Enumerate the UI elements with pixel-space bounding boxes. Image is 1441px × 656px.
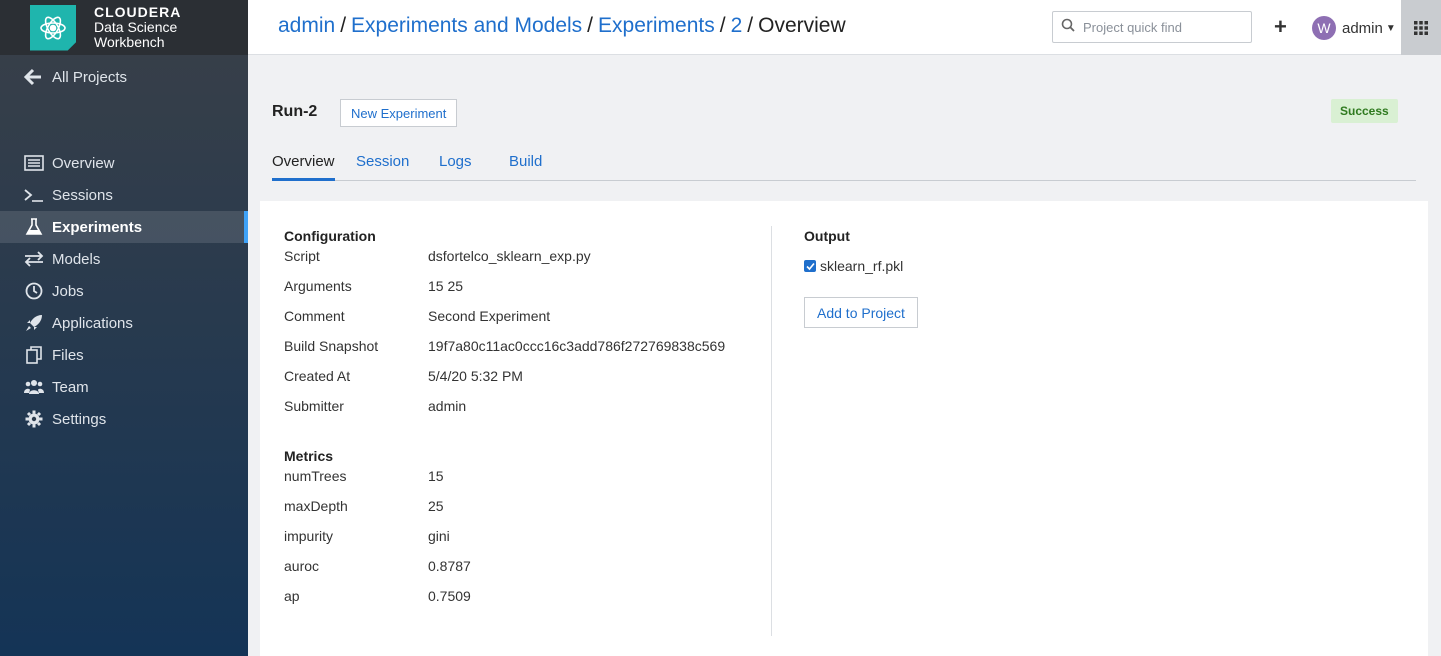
metrics-title: Metrics bbox=[284, 448, 334, 464]
list-icon bbox=[24, 153, 44, 173]
breadcrumb-current: Overview bbox=[758, 14, 846, 37]
tab-build[interactable]: Build bbox=[509, 153, 542, 181]
sidebar-item-team[interactable]: Team bbox=[0, 371, 248, 403]
tab-logs[interactable]: Logs bbox=[439, 153, 472, 181]
new-experiment-button[interactable]: New Experiment bbox=[340, 99, 458, 127]
config-key: Arguments bbox=[284, 278, 352, 294]
config-value: 5/4/20 5:32 PM bbox=[428, 368, 523, 384]
project-search[interactable] bbox=[1052, 11, 1252, 43]
sidebar-item-label: Models bbox=[52, 250, 101, 268]
metric-value: gini bbox=[428, 528, 450, 544]
breadcrumb-experiments-and-models[interactable]: Experiments and Models bbox=[351, 14, 582, 37]
brand-name: CLOUDERA bbox=[94, 4, 182, 20]
sidebar-item-label: Jobs bbox=[52, 282, 84, 300]
config-key: Submitter bbox=[284, 398, 344, 414]
metric-key: impurity bbox=[284, 528, 334, 544]
search-input[interactable] bbox=[1083, 19, 1243, 35]
metric-value: 15 bbox=[428, 468, 444, 484]
breadcrumb: admin / Experiments and Models / Experiments… bbox=[278, 14, 846, 37]
all-projects-label: All Projects bbox=[52, 68, 128, 86]
rocket-icon bbox=[24, 313, 44, 333]
add-icon[interactable]: + bbox=[1274, 14, 1287, 40]
sidebar-item-overview[interactable]: Overview bbox=[0, 147, 248, 179]
config-value: Second Experiment bbox=[428, 308, 551, 324]
metric-key: auroc bbox=[284, 558, 320, 574]
output-file-name: sklearn_rf.pkl bbox=[820, 258, 904, 274]
sidebar-item-files[interactable]: Files bbox=[0, 339, 248, 371]
clock-icon bbox=[24, 281, 44, 301]
run-title: Run-2 bbox=[272, 103, 318, 120]
gear-icon bbox=[24, 409, 44, 429]
sidebar-item-label: Applications bbox=[52, 314, 133, 332]
sidebar-item-models[interactable]: Models bbox=[0, 243, 248, 275]
tabs: Overview Session Logs Build bbox=[272, 150, 1416, 181]
config-value: dsfortelco_sklearn_exp.py bbox=[428, 248, 591, 264]
arrows-icon bbox=[24, 249, 44, 269]
arrow-left-icon bbox=[24, 68, 44, 86]
sidebar-item-jobs[interactable]: Jobs bbox=[0, 275, 248, 307]
flask-icon bbox=[24, 217, 44, 237]
metric-key: numTrees bbox=[284, 468, 347, 484]
search-icon bbox=[1061, 18, 1075, 37]
sidebar-nav: Overview Sessions Experiments Models Job… bbox=[0, 147, 248, 435]
avatar: W bbox=[1312, 16, 1336, 40]
metric-value: 0.7509 bbox=[428, 588, 471, 604]
terminal-icon bbox=[24, 185, 44, 205]
top-bar: admin / Experiments and Models / Experiments… bbox=[248, 0, 1441, 55]
sidebar: CLOUDERA Data Science Workbench All Proj… bbox=[0, 0, 248, 656]
overview-card: Configuration Script dsfortelco_sklearn_… bbox=[260, 201, 1428, 656]
sidebar-item-label: Settings bbox=[52, 410, 107, 428]
output-file-item[interactable]: sklearn_rf.pkl bbox=[804, 258, 903, 274]
apps-grid-button[interactable] bbox=[1401, 0, 1441, 55]
add-to-project-button[interactable]: Add to Project bbox=[804, 297, 918, 328]
check-icon bbox=[805, 262, 815, 270]
sidebar-item-settings[interactable]: Settings bbox=[0, 403, 248, 435]
cloudera-logo-icon[interactable] bbox=[30, 4, 76, 51]
config-key: Build Snapshot bbox=[284, 338, 379, 354]
metric-key: maxDepth bbox=[284, 498, 348, 514]
breadcrumb-experiments[interactable]: Experiments bbox=[598, 14, 715, 37]
caret-down-icon: ▼ bbox=[1385, 22, 1396, 34]
user-name: admin bbox=[1342, 19, 1383, 37]
sidebar-item-applications[interactable]: Applications bbox=[0, 307, 248, 339]
files-icon bbox=[24, 345, 44, 365]
tab-overview[interactable]: Overview bbox=[272, 153, 335, 181]
brand: CLOUDERA Data Science Workbench bbox=[0, 0, 248, 55]
configuration-title: Configuration bbox=[284, 228, 376, 244]
grid-icon bbox=[1414, 20, 1428, 35]
user-menu[interactable]: W admin ▼ bbox=[1312, 16, 1396, 40]
sidebar-item-label: Overview bbox=[52, 154, 115, 172]
config-key: Script bbox=[284, 248, 320, 264]
checkbox[interactable] bbox=[804, 260, 816, 272]
sidebar-item-label: Team bbox=[52, 378, 89, 396]
sidebar-item-label: Files bbox=[52, 346, 84, 364]
all-projects-link[interactable]: All Projects bbox=[24, 68, 127, 86]
breadcrumb-run-id[interactable]: 2 bbox=[731, 14, 743, 37]
sidebar-item-experiments[interactable]: Experiments bbox=[0, 211, 248, 243]
column-divider bbox=[771, 226, 772, 636]
config-key: Comment bbox=[284, 308, 345, 324]
sidebar-item-label: Experiments bbox=[52, 218, 143, 236]
config-value: 19f7a80c11ac0ccc16c3add786f272769838c569 bbox=[428, 338, 726, 354]
status-badge: Success bbox=[1331, 99, 1398, 123]
metric-key: ap bbox=[284, 588, 300, 604]
config-value: admin bbox=[428, 398, 467, 414]
metric-value: 25 bbox=[428, 498, 444, 514]
brand-product-line1: Data Science bbox=[94, 19, 178, 35]
tab-session[interactable]: Session bbox=[356, 153, 409, 181]
output-title: Output bbox=[804, 228, 850, 244]
config-value: 15 25 bbox=[428, 278, 464, 294]
breadcrumb-admin[interactable]: admin bbox=[278, 14, 335, 37]
brand-product-line2: Workbench bbox=[94, 34, 165, 50]
team-icon bbox=[24, 377, 44, 397]
sidebar-item-label: Sessions bbox=[52, 186, 113, 204]
metric-value: 0.8787 bbox=[428, 558, 471, 574]
sidebar-item-sessions[interactable]: Sessions bbox=[0, 179, 248, 211]
config-key: Created At bbox=[284, 368, 351, 384]
